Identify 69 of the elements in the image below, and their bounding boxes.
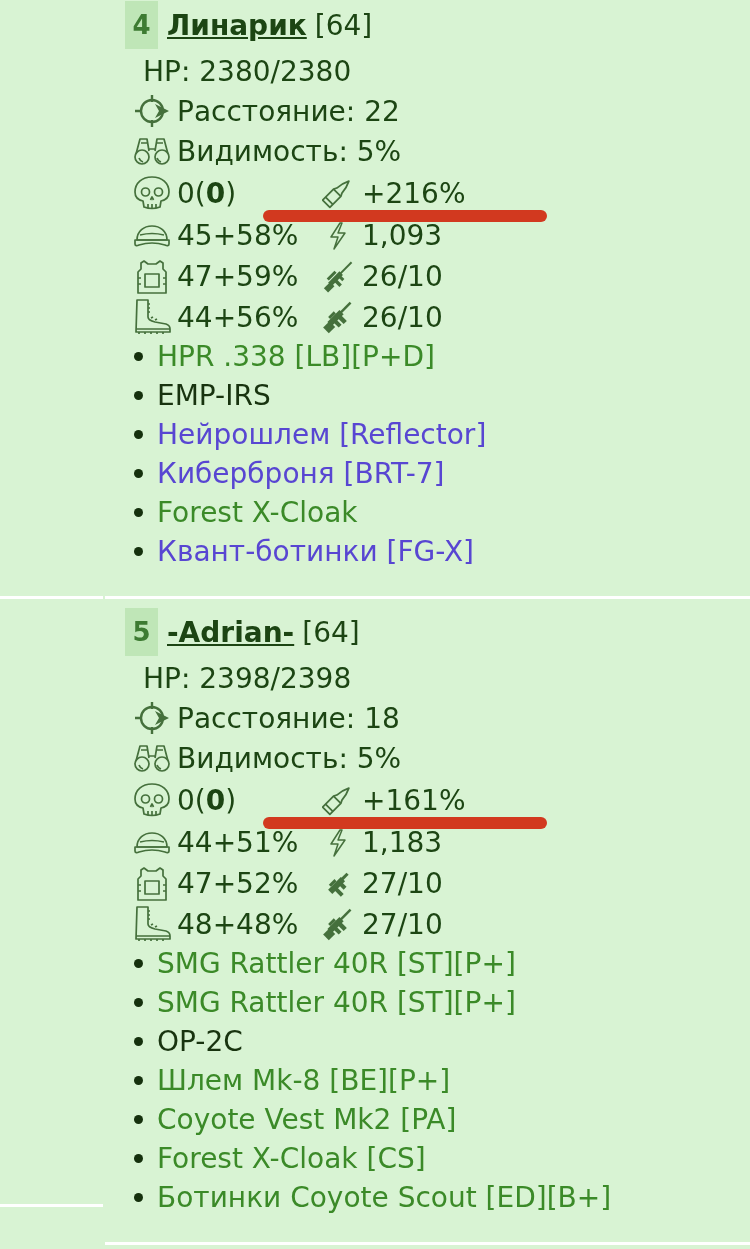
stat-text: Расстояние: 18 <box>177 701 400 735</box>
stat-text: Видимость: 5% <box>177 741 402 775</box>
equipment-item: Нейрошлем [Reflector] <box>157 418 487 451</box>
stat-value: +161% <box>362 783 466 817</box>
helmet-icon <box>134 223 170 248</box>
list-bullet-icon <box>134 430 143 439</box>
stat-value: 26/10 <box>362 300 443 334</box>
equipment-item: Киберброня [BRT-7] <box>157 457 445 490</box>
stat-value: 26/10 <box>362 260 443 293</box>
stat-value: 47+59% <box>177 260 299 293</box>
hp-text: HP: 2398/2398 <box>143 661 352 695</box>
equipment-item: SMG Rattler 40R [ST][P+] <box>157 947 516 980</box>
rank-number: 5 <box>125 608 158 656</box>
boot-icon <box>133 299 171 335</box>
player-name-link[interactable]: -Adrian- <box>167 615 295 649</box>
equipment-item: OP-2C <box>157 1025 243 1058</box>
list-bullet-icon <box>134 1193 143 1202</box>
player-level: [64] <box>314 8 373 42</box>
stat-value: 44+51% <box>177 826 299 859</box>
list-bullet-icon <box>134 1037 143 1046</box>
equipment-item: Ботинки Coyote Scout [ED][B+] <box>157 1181 612 1214</box>
stat-value: 45+58% <box>177 219 299 252</box>
stat-value: +216% <box>362 176 466 210</box>
skull-icon <box>134 783 170 817</box>
hp-text: HP: 2380/2380 <box>143 54 352 88</box>
crosshair-icon <box>134 95 170 127</box>
stat-value: 44+56% <box>177 300 299 334</box>
binoculars-icon <box>133 744 171 772</box>
stat-value: 1,093 <box>362 219 443 252</box>
lightning-icon <box>329 828 347 857</box>
equipment-item: Coyote Vest Mk2 [PA] <box>157 1103 457 1136</box>
lightning-icon <box>329 221 347 250</box>
stat-value: 0(0) <box>177 176 237 210</box>
list-bullet-icon <box>134 998 143 1007</box>
skull-icon <box>134 176 170 210</box>
equipment-item: HPR .338 [LB][P+D] <box>157 340 435 373</box>
equipment-item: Квант-ботинки [FG-X] <box>157 535 475 568</box>
equipment-item: EMP-IRS <box>157 379 271 412</box>
stat-value: 27/10 <box>362 867 443 900</box>
vest-icon <box>135 866 169 901</box>
stat-value: 47+52% <box>177 867 299 900</box>
stat-text: Расстояние: 22 <box>177 94 400 128</box>
stat-text: Видимость: 5% <box>177 134 402 168</box>
list-bullet-icon <box>134 508 143 517</box>
equipment-item: Шлем Mk-8 [BE][P+] <box>157 1064 451 1097</box>
list-bullet-icon <box>134 469 143 478</box>
stat-value: 1,183 <box>362 826 443 859</box>
helmet-icon <box>134 830 170 855</box>
equipment-item: SMG Rattler 40R [ST][P+] <box>157 986 516 1019</box>
list-bullet-icon <box>134 391 143 400</box>
list-bullet-icon <box>134 1115 143 1124</box>
boot-icon <box>133 906 171 942</box>
crosshair-icon <box>134 702 170 734</box>
rifle-icon <box>321 259 355 294</box>
list-bullet-icon <box>134 959 143 968</box>
list-bullet-icon <box>134 547 143 556</box>
rank-number: 4 <box>125 1 158 49</box>
player-name-link[interactable]: Линарик <box>167 8 307 42</box>
equipment-item: Forest X-Cloak <box>157 496 358 529</box>
stat-value: 0(0) <box>177 783 237 817</box>
list-bullet-icon <box>134 1076 143 1085</box>
player-level: [64] <box>302 615 360 649</box>
stat-value: 48+48% <box>177 907 299 941</box>
vest-icon <box>135 259 169 294</box>
stat-value: 27/10 <box>362 907 443 941</box>
binoculars-icon <box>133 137 171 165</box>
list-bullet-icon <box>134 1154 143 1163</box>
equipment-item: Forest X-Cloak [CS] <box>157 1142 426 1175</box>
list-bullet-icon <box>134 352 143 361</box>
